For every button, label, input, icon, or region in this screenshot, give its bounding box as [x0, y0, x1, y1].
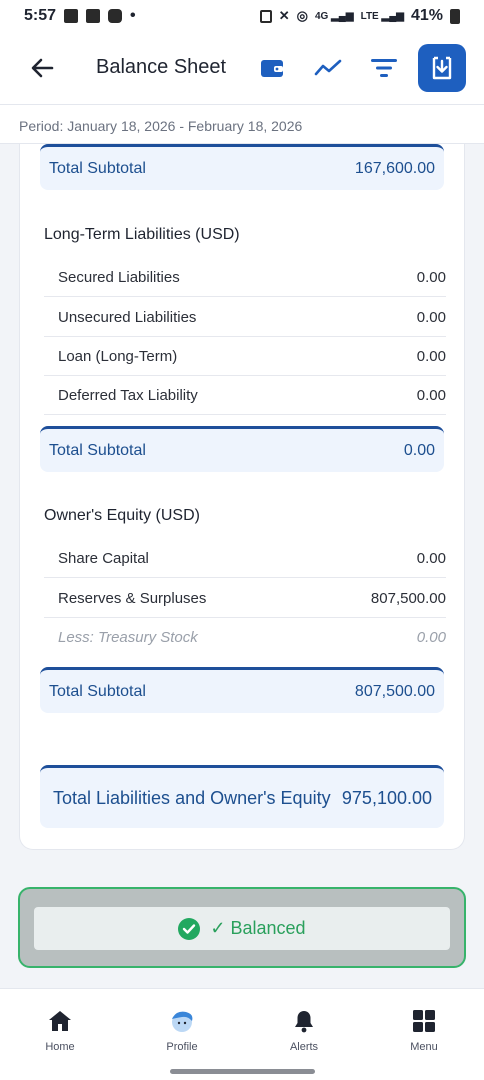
filter-button[interactable] — [366, 50, 402, 86]
trending-line-icon — [314, 59, 342, 76]
nav-menu[interactable]: Menu — [379, 1007, 469, 1053]
table-row: Deferred Tax Liability 0.00 — [44, 376, 446, 415]
table-row: Reserves & Surpluses 807,500.00 — [44, 579, 446, 618]
table-row: Secured Liabilities 0.00 — [44, 258, 446, 297]
signal-lte-icon: LTE ▂▄▆ — [360, 10, 404, 22]
nav-alerts-label: Alerts — [289, 1041, 319, 1053]
balance-status-label: ✓ Balanced — [210, 918, 306, 938]
row-value: 0.00 — [416, 629, 446, 646]
grid-menu-icon — [410, 1007, 438, 1035]
table-row: Loan (Long-Term) 0.00 — [44, 337, 446, 376]
arrow-left-icon — [31, 58, 54, 78]
nav-profile[interactable]: Profile — [137, 1007, 227, 1053]
table-row: Share Capital 0.00 — [44, 539, 446, 578]
profile-avatar-icon — [168, 1007, 196, 1035]
alarm-icon — [259, 9, 272, 23]
owners-equity-title: Owner's Equity (USD) — [44, 507, 200, 524]
app-bar: Balance Sheet — [0, 32, 484, 104]
battery-percent: 41% — [410, 7, 443, 24]
owners-equity-subtotal: Total Subtotal 807,500.00 — [40, 667, 444, 713]
gallery-notification-icon — [64, 9, 79, 23]
row-label: Less: Treasury Stock — [58, 629, 198, 646]
download-button[interactable] — [418, 44, 466, 92]
home-icon — [46, 1007, 74, 1035]
row-value: 0.00 — [416, 268, 446, 286]
trend-button[interactable] — [310, 50, 346, 86]
nav-home[interactable]: Home — [15, 1007, 105, 1053]
status-time: 5:57 — [24, 7, 57, 24]
status-bar: 5:57 • ✕ ◎ 4G ▂▄▆ LTE ▂▄▆ 41% — [0, 0, 484, 32]
long-term-liabilities-subtotal: Total Subtotal 0.00 — [40, 426, 444, 472]
period-label: Period: January 18, 2026 - February 18, … — [0, 104, 484, 144]
row-value: 0.00 — [416, 386, 446, 404]
download-icon — [432, 56, 452, 80]
nav-alerts[interactable]: Alerts — [259, 1007, 349, 1053]
row-label: Deferred Tax Liability — [58, 386, 198, 404]
check-circle-icon — [178, 917, 201, 940]
subtotal-value: 0.00 — [403, 441, 435, 459]
wallet-icon — [261, 60, 283, 77]
row-label: Unsecured Liabilities — [58, 308, 197, 326]
long-term-liabilities-title: Long-Term Liabilities (USD) — [44, 226, 240, 243]
row-label: Loan (Long-Term) — [58, 347, 178, 365]
page-title: Balance Sheet — [96, 56, 227, 78]
nav-menu-label: Menu — [410, 1041, 438, 1053]
back-button[interactable] — [28, 54, 56, 82]
subtotal-value: 807,500.00 — [354, 682, 435, 700]
battery-icon — [450, 8, 460, 24]
row-label: Reserves & Surpluses — [58, 589, 207, 607]
table-row: Less: Treasury Stock 0.00 — [44, 618, 446, 657]
hotspot-icon: ◎ — [296, 8, 308, 23]
row-value: 0.00 — [416, 347, 446, 365]
subtotal-label: Total Subtotal — [49, 159, 146, 177]
subtotal-label: Total Subtotal — [49, 682, 146, 700]
balance-sheet-card: Total Subtotal 167,600.00 Long-Term Liab… — [19, 144, 465, 850]
home-indicator[interactable] — [170, 1069, 315, 1074]
grand-total: Total Liabilities and Owner's Equity 975… — [40, 765, 444, 828]
row-label: Secured Liabilities — [58, 268, 180, 286]
balance-status-banner: ✓ Balanced — [18, 887, 466, 968]
more-notifications-dot-icon: • — [130, 7, 136, 24]
mute-icon: ✕ — [278, 8, 290, 23]
bottom-nav: Home Profile Alerts Menu — [0, 988, 484, 1080]
signal-4g-icon: 4G ▂▄▆ — [314, 10, 354, 22]
grand-total-label: Total Liabilities and Owner's Equity — [53, 787, 331, 808]
subtotal-label: Total Subtotal — [49, 441, 146, 459]
row-value: 0.00 — [416, 549, 446, 567]
instagram-notification-icon — [108, 9, 123, 23]
row-value: 0.00 — [416, 308, 446, 326]
filter-icon — [371, 59, 397, 77]
row-value: 807,500.00 — [370, 589, 446, 607]
nav-home-label: Home — [45, 1041, 75, 1053]
nav-profile-label: Profile — [166, 1041, 198, 1053]
wallet-button[interactable] — [254, 50, 290, 86]
balance-status-box: ✓ Balanced — [34, 907, 450, 950]
table-row: Unsecured Liabilities 0.00 — [44, 298, 446, 337]
app-notification-icon — [86, 9, 101, 23]
row-label: Share Capital — [58, 549, 149, 567]
current-liabilities-subtotal: Total Subtotal 167,600.00 — [40, 144, 444, 190]
bell-icon — [290, 1007, 318, 1035]
subtotal-value: 167,600.00 — [354, 159, 435, 177]
grand-total-value: 975,100.00 — [341, 787, 432, 808]
